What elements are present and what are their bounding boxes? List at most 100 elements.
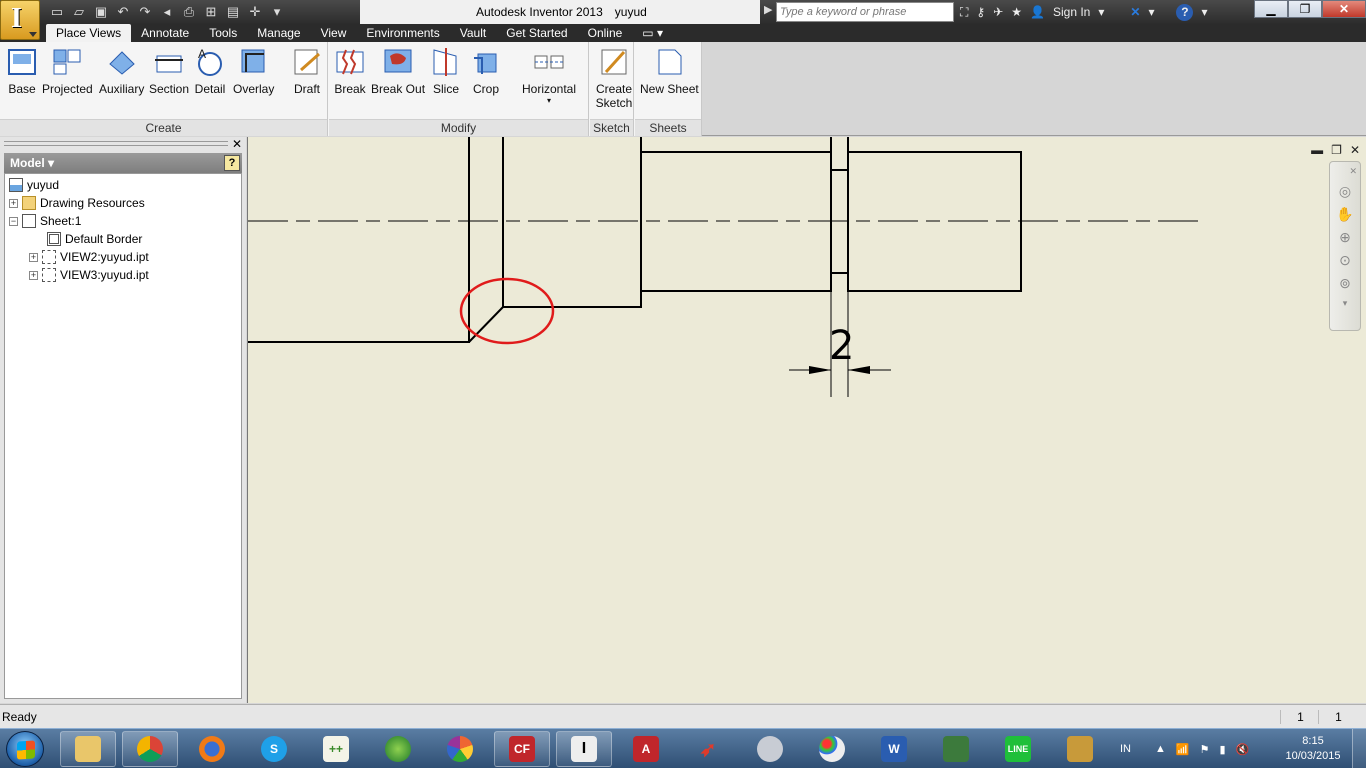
detail-view-button[interactable]: A Detail (194, 46, 226, 96)
word-taskbar-button[interactable]: W (866, 731, 922, 767)
auxiliary-view-button[interactable]: Auxiliary (99, 46, 144, 96)
section-view-button[interactable]: Section (149, 46, 189, 96)
clock[interactable]: 8:15 10/03/2015 (1278, 734, 1348, 764)
add-icon[interactable]: ✛ (246, 3, 264, 21)
dropdown-icon[interactable]: ▾ (268, 3, 286, 21)
firefox-taskbar-button[interactable] (184, 731, 240, 767)
browser-header[interactable]: Model ▾ ? (4, 153, 242, 173)
tab-place-views[interactable]: Place Views (46, 24, 132, 42)
return-icon[interactable]: ◂ (158, 3, 176, 21)
undo-icon[interactable]: ↶ (114, 3, 132, 21)
tab-annotate[interactable]: Annotate (131, 24, 199, 42)
tab-vault[interactable]: Vault (450, 24, 496, 42)
tab-tools[interactable]: Tools (199, 24, 247, 42)
new-icon[interactable]: ▭ (48, 3, 66, 21)
explorer-taskbar-button[interactable] (60, 731, 116, 767)
show-desktop-button[interactable] (1352, 729, 1366, 768)
part-edge-left[interactable] (248, 137, 470, 343)
downloader-taskbar-button[interactable] (370, 731, 426, 767)
key-icon[interactable]: ⚷ (976, 5, 985, 19)
tree-item-default-border[interactable]: Default Border (5, 230, 241, 248)
tab-get-started[interactable]: Get Started (496, 24, 577, 42)
save-icon[interactable]: ▣ (92, 3, 110, 21)
tab-environments[interactable]: Environments (356, 24, 449, 42)
ribbon-display-toggle[interactable]: ▭ ▾ (632, 24, 673, 42)
chevron-down-icon[interactable]: ▾ (1148, 5, 1154, 19)
expand-icon[interactable]: + (9, 198, 18, 208)
crop-button[interactable]: Crop (470, 46, 502, 96)
search-expand-icon[interactable]: ▶ (764, 3, 772, 16)
tree-item-view3[interactable]: + VIEW3:yuyud.ipt (5, 266, 241, 284)
customize-icon[interactable]: ▾ (1343, 298, 1348, 309)
tree-item-view2[interactable]: + VIEW2:yuyud.ipt (5, 248, 241, 266)
chevron-down-icon[interactable]: ▾ (1201, 5, 1207, 19)
zoom-icon[interactable]: ⊕ (1339, 229, 1351, 246)
line-taskbar-button[interactable]: LINE (990, 731, 1046, 767)
chevron-down-icon[interactable]: ▾ (1098, 5, 1104, 19)
pan-icon[interactable]: ✋ (1336, 206, 1353, 223)
help-icon[interactable]: ? (1176, 3, 1194, 21)
draft-view-button[interactable]: Draft (291, 46, 323, 96)
expand-icon[interactable]: + (29, 252, 38, 262)
close-button[interactable]: ✕ (1322, 0, 1366, 18)
create-sketch-button[interactable]: Create Sketch (594, 46, 634, 110)
tab-online[interactable]: Online (578, 24, 633, 42)
redo-icon[interactable]: ↷ (136, 3, 154, 21)
tree-item-drawing-resources[interactable]: + Drawing Resources (5, 194, 241, 212)
chevron-down-icon[interactable]: ▾ (547, 96, 551, 105)
minimize-icon[interactable]: ▬ (1311, 143, 1323, 157)
autocad-taskbar-button[interactable]: A (618, 731, 674, 767)
close-icon[interactable]: ✕ (1349, 166, 1357, 177)
base-view-button[interactable]: Base (6, 46, 38, 96)
start-button[interactable] (6, 731, 44, 767)
break-out-button[interactable]: Break Out (371, 46, 425, 96)
expand-icon[interactable]: + (29, 270, 38, 280)
projected-view-button[interactable]: Projected (42, 46, 93, 96)
tree-item-root[interactable]: yuyud (5, 176, 241, 194)
tree-item-sheet[interactable]: − Sheet:1 (5, 212, 241, 230)
game-taskbar-button[interactable] (1052, 731, 1108, 767)
zoom-all-icon[interactable]: ⊙ (1339, 252, 1351, 269)
tab-manage[interactable]: Manage (247, 24, 310, 42)
network-app-taskbar-button[interactable] (928, 731, 984, 767)
satellite-icon[interactable]: ✈ (993, 5, 1003, 19)
paint-taskbar-button[interactable] (804, 731, 860, 767)
sign-in-link[interactable]: Sign In (1053, 5, 1090, 19)
volume-muted-icon[interactable]: 🔇 (1236, 743, 1250, 756)
horizontal-button[interactable]: Horizontal ▾ (522, 46, 576, 105)
drawing-sheet[interactable]: 2 (248, 137, 1366, 703)
collapse-icon[interactable]: − (9, 216, 18, 226)
signal-icon[interactable]: 📶 (1176, 743, 1190, 756)
print-icon[interactable]: ⎙ (180, 3, 198, 21)
select-icon[interactable]: ⊞ (202, 3, 220, 21)
restore-button[interactable]: ❐ (1288, 0, 1322, 18)
exchange-icon[interactable]: ✕ (1130, 5, 1140, 19)
user-icon[interactable]: 👤 (1030, 5, 1045, 19)
browser-grip-handle[interactable] (4, 141, 228, 146)
overlay-view-button[interactable]: Overlay (233, 46, 274, 96)
language-indicator[interactable]: IN (1120, 743, 1131, 755)
close-icon[interactable]: ✕ (232, 137, 242, 151)
star-icon[interactable]: ★ (1011, 5, 1022, 19)
restore-icon[interactable]: ❐ (1331, 143, 1342, 157)
steering-wheel-icon[interactable]: ◎ (1339, 183, 1351, 200)
notepadpp-taskbar-button[interactable]: ++ (308, 731, 364, 767)
close-icon[interactable]: ✕ (1350, 143, 1360, 157)
new-sheet-button[interactable]: New Sheet (640, 46, 699, 96)
chamfer-edge[interactable] (468, 306, 504, 343)
open-icon[interactable]: ▱ (70, 3, 88, 21)
slice-button[interactable]: Slice (430, 46, 462, 96)
zoom-window-icon[interactable]: ⊚ (1339, 275, 1351, 292)
help-search-input[interactable]: Type a keyword or phrase (776, 2, 954, 22)
tab-view[interactable]: View (311, 24, 357, 42)
application-menu-button[interactable]: I (0, 0, 40, 40)
help-icon[interactable]: ? (224, 155, 240, 171)
graphics-window[interactable]: 2 ▬ ❐ ✕ ✕ ◎ ✋ ⊕ ⊙ ⊚ ▾ (247, 137, 1366, 703)
flag-icon[interactable]: ⚑ (1200, 743, 1210, 756)
picasa-taskbar-button[interactable] (432, 731, 488, 767)
cf-taskbar-button[interactable]: CF (494, 731, 550, 767)
bird-app-taskbar-button[interactable]: ➶ (680, 731, 736, 767)
binoculars-icon[interactable]: ⛶ (960, 5, 968, 20)
inventor-taskbar-button[interactable]: I (556, 731, 612, 767)
skype-taskbar-button[interactable]: S (246, 731, 302, 767)
